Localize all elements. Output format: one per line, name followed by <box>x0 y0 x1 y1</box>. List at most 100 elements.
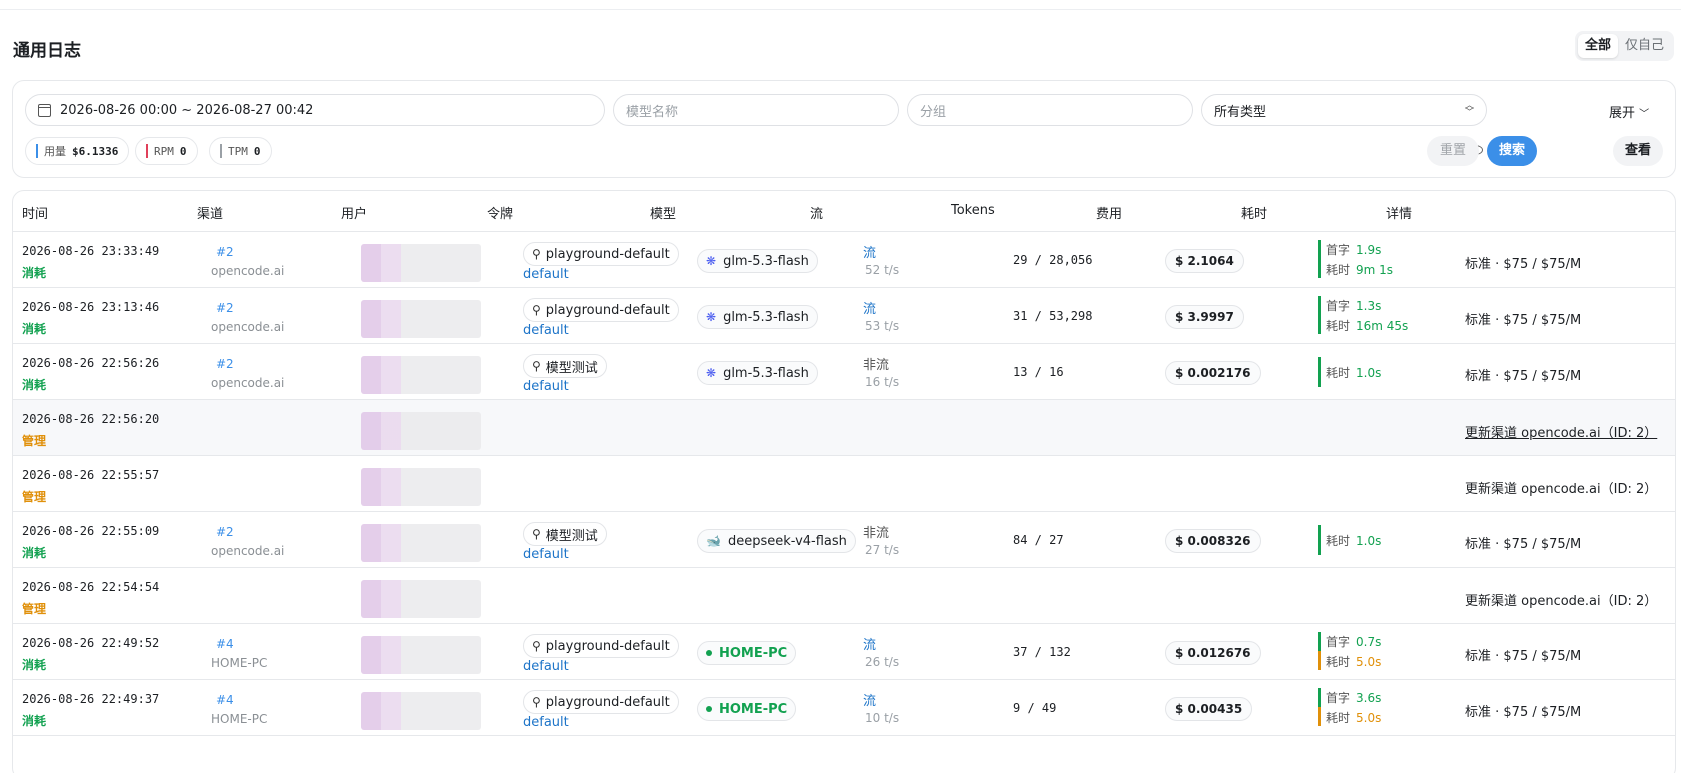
filter-panel: 2026-08-26 00:00 ~ 2026-08-27 00:42 模型名称… <box>12 80 1676 178</box>
channel-name: opencode.ai <box>211 264 285 278</box>
status-dot-icon <box>706 650 712 656</box>
scope-toggle[interactable]: 全部 仅自己 <box>1574 31 1674 61</box>
first-token-latency: 首字 1.9s <box>1326 241 1381 258</box>
table-row[interactable]: 2026-08-26 23:33:49 消耗 #2 opencode.ai ⚲ playg… <box>13 232 1675 288</box>
channel-id-link[interactable]: #4 <box>216 637 234 651</box>
log-type-label: 消耗 <box>22 378 47 392</box>
latency-bar-first <box>1318 240 1321 259</box>
zhipu-icon: ❋ <box>706 254 717 268</box>
token-group-link[interactable]: default <box>523 547 569 562</box>
stream-speed: 52 t/s <box>865 263 900 277</box>
view-button[interactable]: 查看 <box>1613 136 1663 166</box>
model-name: deepseek-v4-flash <box>727 533 847 549</box>
token-chip[interactable]: ⚲ 模型测试 <box>523 522 607 546</box>
log-type-label: 消耗 <box>22 322 47 336</box>
column-header: Tokens <box>951 203 995 218</box>
model-chip[interactable]: ❋ glm-5.3-flash <box>697 249 818 273</box>
cost-badge: $ 0.012676 <box>1165 641 1261 665</box>
channel-id-link[interactable]: #2 <box>216 245 234 259</box>
channel-name: opencode.ai <box>211 376 285 390</box>
latency-bar-total <box>1318 651 1321 670</box>
channel-name: opencode.ai <box>211 544 285 558</box>
token-name: playground-default <box>545 246 670 262</box>
scope-all-tab[interactable]: 全部 <box>1577 34 1618 58</box>
table-row[interactable]: 2026-08-26 22:49:52 消耗 #4 HOME-PC ⚲ playgroun… <box>13 624 1675 680</box>
stream-speed: 10 t/s <box>865 711 900 725</box>
stat-value: $6.1336 <box>72 144 119 158</box>
stream-speed: 27 t/s <box>865 543 900 557</box>
token-group-link[interactable]: default <box>523 267 569 282</box>
table-row[interactable]: 2026-08-26 22:55:09 消耗 #2 opencode.ai ⚲ 模型测试 d… <box>13 512 1675 568</box>
stat-chip: 用量 $6.1336 <box>25 137 130 165</box>
log-type-label: 消耗 <box>22 714 47 728</box>
key-icon: ⚲ <box>532 303 541 317</box>
detail-text: 标准 · $75 / $75/M <box>1465 537 1582 552</box>
log-type-label: 消耗 <box>22 658 47 672</box>
stat-label: 用量 <box>44 145 66 158</box>
top-divider <box>0 0 1681 10</box>
channel-name: HOME-PC <box>211 656 268 670</box>
total-latency-value: 1.0s <box>1356 366 1382 380</box>
stream-speed: 53 t/s <box>865 319 900 333</box>
user-avatar-blurred <box>361 356 481 394</box>
token-group-link[interactable]: default <box>523 659 569 674</box>
channel-id-link[interactable]: #2 <box>216 357 234 371</box>
token-group-link[interactable]: default <box>523 715 569 730</box>
key-icon: ⚲ <box>532 359 541 373</box>
channel-id-link[interactable]: #4 <box>216 693 234 707</box>
zhipu-icon: ❋ <box>706 366 717 380</box>
table-row[interactable]: 2026-08-26 22:56:20 管理 更新渠道 opencode.ai（ID… <box>13 400 1675 456</box>
model-chip[interactable]: 🐋 deepseek-v4-flash <box>697 529 856 553</box>
token-chip[interactable]: ⚲ playground-default <box>523 242 679 266</box>
total-latency-value: 5.0s <box>1356 711 1382 725</box>
table-row[interactable]: 2026-08-26 22:55:57 管理 更新渠道 opencode.ai（ID… <box>13 456 1675 512</box>
token-name: playground-default <box>545 694 670 710</box>
model-chip[interactable]: HOME-PC <box>697 641 797 665</box>
table-row[interactable]: 2026-08-26 22:49:37 消耗 #4 HOME-PC ⚲ playgroun… <box>13 680 1675 736</box>
token-counts: 84 / 27 <box>1013 533 1064 547</box>
scope-mine-tab[interactable]: 仅自己 <box>1618 34 1671 58</box>
table-row[interactable]: 2026-08-26 23:13:46 消耗 #2 opencode.ai ⚲ playg… <box>13 288 1675 344</box>
model-name-input[interactable]: 模型名称 <box>613 94 899 126</box>
detail-text[interactable]: 更新渠道 opencode.ai（ID: 2） <box>1465 422 1657 441</box>
log-time: 2026-08-26 22:56:20 <box>22 412 160 426</box>
model-chip[interactable]: ❋ glm-5.3-flash <box>697 361 818 385</box>
stream-speed: 26 t/s <box>865 655 900 669</box>
stat-chip: RPM 0 <box>135 137 198 165</box>
stream-mode: 流 <box>863 246 877 261</box>
log-type-label: 管理 <box>22 434 47 448</box>
model-chip[interactable]: HOME-PC <box>697 697 797 721</box>
model-chip[interactable]: ❋ glm-5.3-flash <box>697 305 818 329</box>
token-group-link[interactable]: default <box>523 323 569 338</box>
stream-speed: 16 t/s <box>865 375 900 389</box>
stat-label: RPM <box>154 144 174 158</box>
latency-bar-first <box>1318 296 1321 315</box>
token-chip[interactable]: ⚲ 模型测试 <box>523 354 607 378</box>
search-button[interactable]: 搜索 <box>1487 136 1537 166</box>
channel-id-link[interactable]: #2 <box>216 525 234 539</box>
date-range-field[interactable]: 2026-08-26 00:00 ~ 2026-08-27 00:42 <box>25 94 605 126</box>
table-row[interactable]: 2026-08-26 22:54:54 管理 更新渠道 opencode.ai（ID… <box>13 568 1675 624</box>
log-type-select[interactable]: 所有类型 ︿ ﹀ <box>1201 94 1487 126</box>
table-row[interactable]: 2026-08-26 22:56:26 消耗 #2 opencode.ai ⚲ 模型测试 d… <box>13 344 1675 400</box>
token-chip[interactable]: ⚲ playground-default <box>523 298 679 322</box>
expand-toggle[interactable]: 展开 ﹀ <box>1609 102 1649 121</box>
cost-badge: $ 0.008326 <box>1165 529 1261 553</box>
column-header: 渠道 <box>197 207 224 222</box>
channel-id-link[interactable]: #2 <box>216 301 234 315</box>
user-avatar-blurred <box>361 244 481 282</box>
log-type-label: 消耗 <box>22 546 47 560</box>
total-latency: 耗时 9m 1s <box>1326 261 1393 278</box>
total-latency-label: 耗时 <box>1326 263 1351 277</box>
total-latency-value: 1.0s <box>1356 534 1382 548</box>
group-input[interactable]: 分组 <box>907 94 1193 126</box>
model-name: glm-5.3-flash <box>723 309 809 325</box>
token-chip[interactable]: ⚲ playground-default <box>523 690 679 714</box>
column-header: 时间 <box>22 207 49 222</box>
token-chip[interactable]: ⚲ playground-default <box>523 634 679 658</box>
first-token-value: 0.7s <box>1356 635 1382 649</box>
token-group-link[interactable]: default <box>523 379 569 394</box>
reset-button[interactable]: 重置 <box>1427 136 1479 166</box>
user-avatar-blurred <box>361 412 481 450</box>
detail-text: 标准 · $75 / $75/M <box>1465 369 1582 384</box>
